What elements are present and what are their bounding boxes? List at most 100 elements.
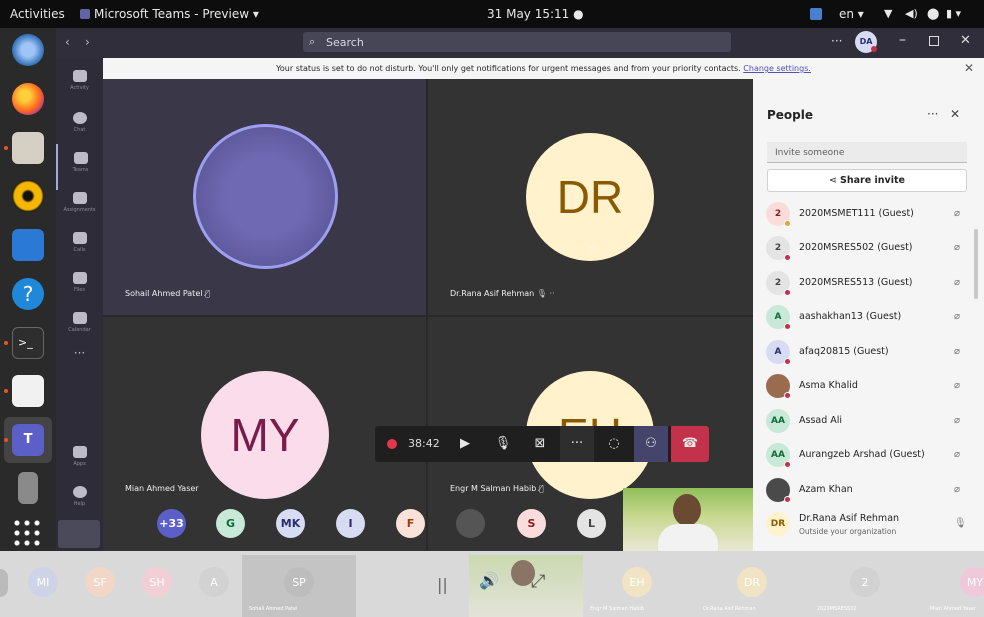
strip-avatar[interactable]: A	[199, 567, 229, 597]
strip-avatar[interactable]: 2	[850, 567, 880, 597]
close-window-icon[interactable]: ✕	[960, 33, 971, 48]
rhythmbox-icon[interactable]	[12, 180, 44, 212]
search-box[interactable]: ⌕ Search	[303, 32, 731, 52]
status-dot	[784, 289, 791, 296]
participant-avatar-small[interactable]: MK	[276, 509, 305, 538]
dnd-status-dot	[871, 46, 877, 52]
close-panel-icon[interactable]: ✕	[950, 107, 960, 121]
participant-row[interactable]: Azam Khan ⌀	[766, 476, 972, 504]
share-screen-button[interactable]: ⊠	[523, 426, 557, 462]
strip-avatar[interactable]: MI	[28, 567, 58, 597]
help-icon[interactable]: ?	[12, 278, 44, 310]
battery-icon[interactable]: ▮ ▾	[946, 7, 961, 20]
activities-button[interactable]: Activities	[10, 7, 65, 21]
rail-help[interactable]: Help	[56, 478, 103, 524]
status-banner: Your status is set to do not disturb. Yo…	[103, 58, 984, 79]
status-dot	[784, 358, 791, 365]
clock[interactable]: 31 May 15:11 ●	[487, 7, 584, 21]
chat-button[interactable]: ◌	[597, 426, 631, 462]
strip-tile[interactable]: SP Sohail Ahmed Patel	[242, 555, 356, 617]
phone-icon	[72, 232, 87, 244]
participant-row[interactable]: Aaashakhan13 (Guest) ⌀	[766, 303, 972, 331]
participant-avatar: MY	[201, 371, 329, 499]
participant-avatar: 2	[766, 271, 791, 296]
device-button[interactable]	[58, 520, 100, 548]
participant-row[interactable]: 2 2020MSRES513 (Guest) ⌀	[766, 269, 972, 297]
volume-icon[interactable]: ◀)	[905, 7, 918, 20]
maximize-icon[interactable]	[929, 36, 939, 46]
rail-calendar[interactable]: Calendar	[56, 304, 103, 350]
hang-up-button[interactable]: ☎	[671, 426, 709, 462]
overflow-count-avatar[interactable]: +33	[157, 509, 186, 538]
participant-row[interactable]: DR Dr.Rana Asif Rehman Outside your organi…	[766, 510, 972, 542]
rail-activity[interactable]: Activity	[56, 62, 103, 108]
more-apps-icon[interactable]: ···	[56, 346, 103, 392]
files-icon[interactable]	[12, 132, 44, 164]
participant-avatar-small[interactable]: G	[216, 509, 245, 538]
strip-name: Dr.Rana Asif Rehman	[703, 606, 756, 612]
strip-avatar[interactable]: DR	[737, 567, 767, 597]
participant-row[interactable]: Aafaq20815 (Guest) ⌀	[766, 338, 972, 366]
video-tile[interactable]: DR ☝ Dr.Rana Asif Rehman 🎙 ··	[428, 79, 753, 315]
speaker-icon[interactable]: 🔊	[479, 571, 499, 590]
self-video-preview[interactable]	[623, 488, 753, 551]
participant-row[interactable]: 2 2020MSRES502 (Guest) ⌀	[766, 234, 972, 262]
participant-avatar: 2	[766, 202, 791, 227]
language-selector[interactable]: en ▾	[839, 7, 864, 21]
participant-avatar-small[interactable]: I	[336, 509, 365, 538]
strip-video-tile[interactable]: 🔊 ⤢	[469, 555, 583, 617]
strip-avatar[interactable]: SH	[142, 567, 172, 597]
network-icon[interactable]: ▼	[884, 7, 892, 20]
app-menu[interactable]: Microsoft Teams - Preview ▾	[80, 7, 259, 21]
participant-avatar-small[interactable]: F	[396, 509, 425, 538]
back-arrow-icon[interactable]: ‹	[65, 35, 70, 49]
change-settings-link[interactable]: Change settings.	[743, 64, 811, 73]
participant-avatar-small[interactable]: S	[517, 509, 546, 538]
strip-avatar[interactable]: MY	[960, 567, 984, 597]
browser-icon[interactable]	[12, 34, 44, 66]
pause-icon[interactable]: ||	[437, 575, 448, 594]
file-icon	[72, 272, 87, 284]
terminal-icon[interactable]: >_	[12, 327, 44, 359]
camera-button[interactable]: ▶	[448, 426, 482, 462]
participant-strip: MI SF SH A SP Sohail Ahmed Patel || 🔊 ⤢ …	[0, 551, 984, 617]
invite-input[interactable]: Invite someone	[767, 142, 967, 163]
document-viewer-icon[interactable]	[12, 375, 44, 407]
more-actions-button[interactable]: ···	[560, 426, 594, 462]
usb-drive-icon[interactable]	[18, 472, 38, 504]
participant-row[interactable]: 2 2020MSMET111 (Guest) ⌀	[766, 200, 972, 228]
expand-icon[interactable]: ⤢	[531, 571, 545, 592]
participant-row[interactable]: AA Aurangzeb Arshad (Guest) ⌀	[766, 441, 972, 469]
panel-scrollbar[interactable]	[974, 229, 978, 299]
participant-name: Dr.Rana Asif Rehman 🎙 ··	[450, 289, 555, 298]
self-video-person	[673, 494, 701, 526]
close-banner-icon[interactable]: ✕	[964, 61, 974, 75]
participants-button[interactable]: ⚇	[634, 426, 668, 462]
muted-mic-icon: ⌀	[954, 346, 961, 357]
running-indicator	[4, 341, 8, 345]
mic-icon[interactable]: ⬤	[927, 7, 939, 20]
participant-row[interactable]: AA Assad Ali ⌀	[766, 407, 972, 435]
video-tile[interactable]: Sohail Ahmed Patel 🎙̸	[103, 79, 426, 315]
mic-button[interactable]: 🎙	[486, 426, 520, 462]
panel-title: People	[767, 108, 814, 122]
more-options-icon[interactable]: ···	[831, 34, 842, 48]
minimize-icon[interactable]: –	[899, 32, 906, 48]
forward-arrow-icon[interactable]: ›	[85, 35, 90, 49]
teams-dock-icon[interactable]: T	[12, 424, 44, 456]
muted-mic-icon: ⌀	[954, 380, 961, 391]
panel-more-icon[interactable]: ···	[927, 107, 938, 121]
more-icon[interactable]: ··	[550, 289, 555, 298]
writer-icon[interactable]	[12, 229, 44, 261]
teams-small-icon	[80, 9, 90, 19]
firefox-icon[interactable]	[12, 83, 44, 115]
show-applications-icon[interactable]	[12, 518, 44, 550]
strip-avatar[interactable]: SF	[85, 567, 115, 597]
tray-app-icon[interactable]	[810, 8, 822, 20]
participant-avatar-small[interactable]: L	[577, 509, 606, 538]
participant-name: Sohail Ahmed Patel 🎙̸	[125, 289, 210, 298]
participant-photo-avatar[interactable]	[456, 509, 485, 538]
share-invite-button[interactable]: ⋖ Share invite	[767, 169, 967, 192]
strip-avatar[interactable]: EH	[622, 567, 652, 597]
participant-row[interactable]: Asma Khalid ⌀	[766, 372, 972, 400]
